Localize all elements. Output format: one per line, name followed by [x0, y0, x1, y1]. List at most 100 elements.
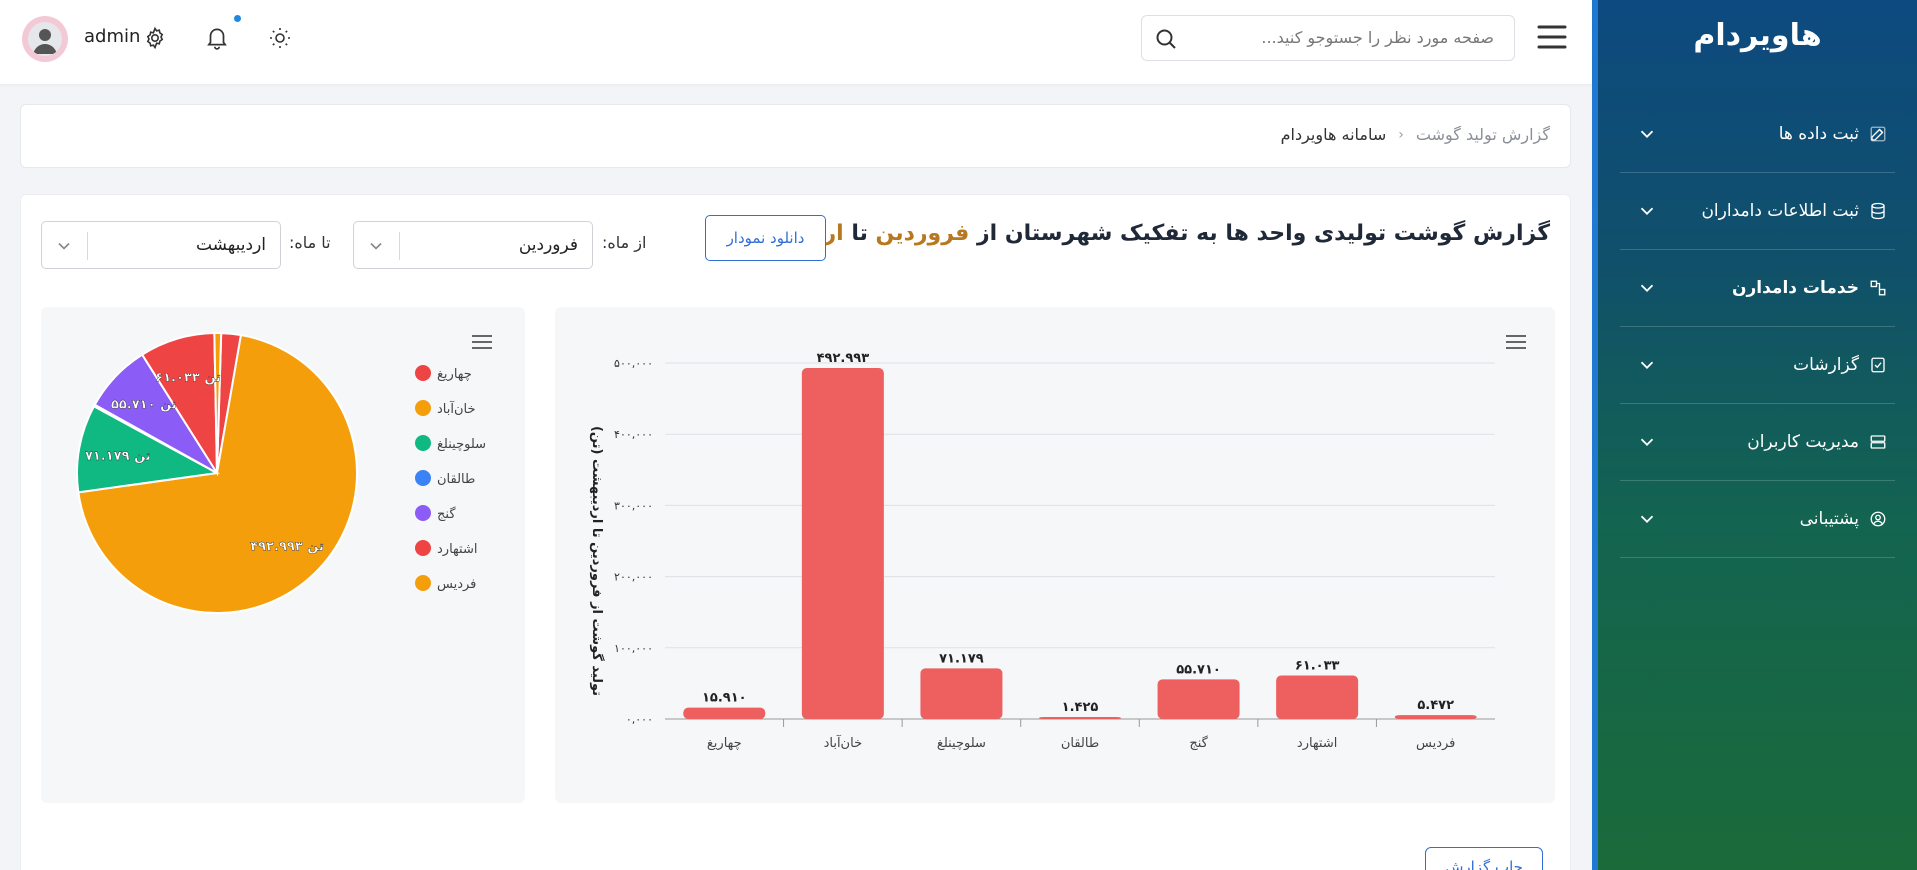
legend-item: فردیس: [437, 577, 476, 592]
bar: [920, 668, 1003, 719]
avatar[interactable]: [22, 16, 68, 62]
sidebar-item-support[interactable]: پشتیبانی: [1620, 481, 1895, 558]
topbar: admin صفحه مورد نظر را جستوجو کنید...: [0, 0, 1592, 84]
sidebar-item-user-management[interactable]: مدیریت کاربران: [1620, 404, 1895, 481]
legend-marker: [415, 400, 431, 416]
bar-chart-panel: ۰,۰۰۰ ۱۰۰,۰۰۰ ۲۰۰,۰۰۰ ۳۰۰,۰۰۰ ۴۰۰,۰۰۰ ۵۰۰,۰۰۰…: [555, 307, 1555, 803]
y-tick-label: ۳۰۰,۰۰۰: [614, 499, 653, 512]
chart-menu-icon[interactable]: [1505, 333, 1527, 351]
sidebar-item-rancher-services[interactable]: خدمات دامدارن: [1620, 250, 1895, 327]
chevron-down-icon: [1636, 123, 1658, 145]
to-month-select[interactable]: اردیبهشت: [41, 221, 281, 269]
breadcrumb-item-current[interactable]: گزارش تولید گوشت: [1416, 125, 1550, 144]
report-card: گزارش گوشت تولیدی واحد ها به تفکیک شهرست…: [20, 194, 1571, 870]
from-month-label: از ماه:: [602, 233, 647, 252]
side-nav: ثبت داده ها ثبت اطلاعات دامداران خدمات د…: [1620, 96, 1895, 558]
database-icon: [1869, 202, 1887, 220]
bar: [1039, 717, 1121, 719]
gear-icon[interactable]: [143, 26, 167, 50]
pie-slice-label: تن ۷۱.۱۷۹: [85, 449, 151, 464]
sidebar-item-label: ثبت داده ها: [1778, 124, 1859, 144]
y-tick-label: ۵۰۰,۰۰۰: [614, 357, 653, 370]
breadcrumb-separator: ‹: [1398, 126, 1404, 143]
bar: [1394, 715, 1477, 719]
chevron-down-icon: [54, 236, 74, 256]
sidebar: هاویردام ثبت داده ها ثبت اطلاعات دامدارا…: [1592, 0, 1917, 870]
sidebar-item-label: ثبت اطلاعات دامداران: [1701, 201, 1859, 221]
to-month-label: تا ماه:: [289, 233, 331, 252]
flow-icon: [1869, 279, 1887, 297]
sidebar-item-label: پشتیبانی: [1799, 509, 1859, 529]
legend-item: سلوچینلغ: [437, 437, 486, 452]
from-month-value: فروردین: [518, 235, 578, 255]
y-tick-label: ۲۰۰,۰۰۰: [614, 571, 653, 584]
legend-marker: [415, 435, 431, 451]
x-tick-label: اشتهارد: [1297, 736, 1337, 751]
bar-chart: ۰,۰۰۰ ۱۰۰,۰۰۰ ۲۰۰,۰۰۰ ۳۰۰,۰۰۰ ۴۰۰,۰۰۰ ۵۰۰,۰۰۰…: [589, 351, 1495, 751]
x-tick-label: طالقان: [1061, 736, 1099, 751]
x-tick-label: چهاریغ: [707, 736, 742, 751]
select-divider: [87, 232, 88, 260]
chart-menu-icon[interactable]: [471, 333, 493, 351]
menu-toggle-icon[interactable]: [1536, 22, 1568, 52]
bar-value-label: ۴۹۲.۹۹۳: [817, 351, 870, 366]
y-tick-label: ۰,۰۰۰: [626, 713, 653, 726]
pie-slice-label: تن ۴۹۲.۹۹۳: [250, 539, 324, 554]
chevron-down-icon: [1636, 508, 1658, 530]
edit-icon: [1869, 125, 1887, 143]
bar-value-label: ۵.۴۷۲: [1417, 698, 1454, 713]
download-chart-button[interactable]: دانلود نمودار: [705, 215, 826, 261]
sidebar-item-label: گزارشات: [1793, 355, 1859, 375]
user-name: admin: [84, 26, 141, 47]
pie-chart: تن ۴۹۲.۹۹۳ تن ۷۱.۱۷۹ تن ۵۵.۷۱۰ تن ۶۱.۰۳۳ چها…: [76, 332, 486, 614]
report-title-from: فروردین: [875, 221, 970, 246]
pie-chart-panel: تن ۴۹۲.۹۹۳ تن ۷۱.۱۷۹ تن ۵۵.۷۱۰ تن ۶۱.۰۳۳ چها…: [41, 307, 525, 803]
pie-slice-label: تن ۵۵.۷۱۰: [111, 398, 177, 413]
x-tick-label: گنج: [1189, 735, 1208, 751]
legend-item: گنج: [437, 506, 456, 522]
app-title: هاویردام: [1693, 18, 1822, 53]
chevron-down-icon: [1636, 200, 1658, 222]
sidebar-item-data-entry[interactable]: ثبت داده ها: [1620, 96, 1895, 173]
notification-dot: [234, 15, 241, 22]
bar: [801, 367, 884, 719]
x-tick-label: فردیس: [1416, 736, 1455, 751]
bar-value-label: ۵۵.۷۱۰: [1176, 662, 1221, 677]
chevron-down-icon: [1636, 277, 1658, 299]
chevron-down-icon: [366, 236, 386, 256]
sidebar-item-label: خدمات دامدارن: [1731, 278, 1859, 298]
chevron-down-icon: [1636, 431, 1658, 453]
legend-item: چهاریغ: [437, 367, 472, 382]
breadcrumb: گزارش تولید گوشت ‹ سامانه هاویردام: [1281, 125, 1550, 144]
sidebar-item-rancher-info[interactable]: ثبت اطلاعات دامداران: [1620, 173, 1895, 250]
checklist-icon: [1869, 356, 1887, 374]
user-circle-icon: [1869, 510, 1887, 528]
legend-item: اشتهارد: [437, 542, 477, 557]
from-month-select[interactable]: فروردین: [353, 221, 593, 269]
legend-marker: [415, 365, 431, 381]
bar-value-label: ۱۵.۹۱۰: [702, 691, 747, 706]
print-report-button[interactable]: چاپ گزارش: [1425, 847, 1543, 870]
search-placeholder: صفحه مورد نظر را جستوجو کنید...: [1261, 28, 1494, 47]
bar-value-label: ۶۱.۰۳۳: [1295, 659, 1340, 674]
x-tick-label: خان‌آباد: [824, 734, 863, 751]
report-title-mid: تا: [851, 221, 868, 246]
bar-value-label: ۷۱.۱۷۹: [939, 651, 984, 666]
bell-icon[interactable]: [204, 24, 230, 50]
breadcrumb-item-home[interactable]: سامانه هاویردام: [1281, 125, 1387, 144]
sidebar-item-reports[interactable]: گزارشات: [1620, 327, 1895, 404]
legend-item: طالقان: [437, 472, 475, 487]
x-tick-label: سلوچینلغ: [937, 736, 986, 751]
y-tick-label: ۱۰۰,۰۰۰: [614, 642, 653, 655]
breadcrumb-card: گزارش تولید گوشت ‹ سامانه هاویردام: [20, 104, 1571, 168]
legend-marker: [415, 505, 431, 521]
legend-marker: [415, 540, 431, 556]
report-title-prefix: گزارش گوشت تولیدی واحد ها به تفکیک شهرست…: [977, 221, 1550, 246]
report-title: گزارش گوشت تولیدی واحد ها به تفکیک شهرست…: [735, 221, 1550, 246]
search-input[interactable]: صفحه مورد نظر را جستوجو کنید...: [1141, 15, 1515, 61]
y-axis-title: تولید گوشت از فروردین تا اردیبهشت (تن): [589, 426, 605, 696]
search-icon[interactable]: [1154, 27, 1178, 51]
bar: [683, 707, 766, 719]
sun-icon[interactable]: [268, 26, 292, 50]
pie-slice-label: تن ۶۱.۰۳۳: [155, 370, 221, 385]
